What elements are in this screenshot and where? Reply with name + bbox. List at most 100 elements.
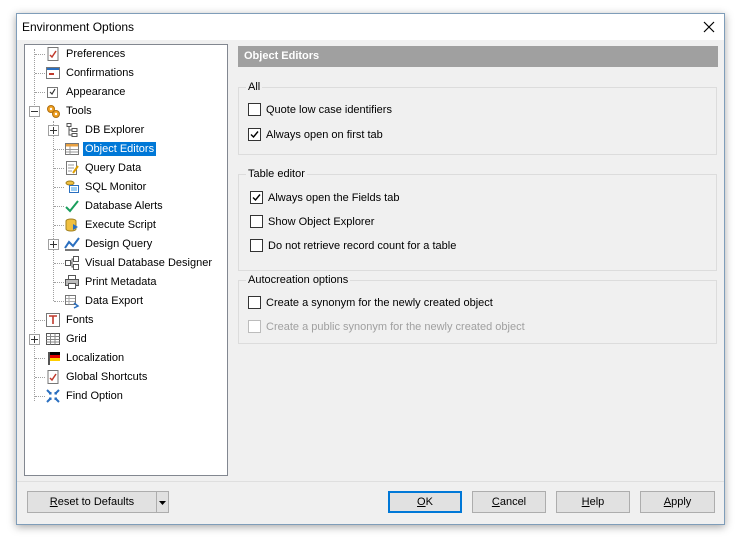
tree-item-label: Print Metadata (85, 276, 157, 288)
tree-item-visual-database-designer[interactable]: Visual Database Designer (64, 254, 214, 272)
sql-monitor-icon (64, 179, 80, 195)
object-editors-icon (64, 141, 80, 157)
reset-dropdown-button[interactable] (156, 491, 169, 513)
tree-item-object-editors[interactable]: Object Editors (64, 140, 157, 158)
close-icon[interactable] (694, 14, 724, 40)
execute-script-icon (64, 217, 80, 233)
tree-item-global-shortcuts[interactable]: Global Shortcuts (45, 368, 149, 386)
title-bar: Environment Options (17, 14, 724, 40)
tree-item-print-metadata[interactable]: Print Metadata (64, 273, 159, 291)
mnemonic: A (663, 496, 672, 508)
tree-item-appearance[interactable]: Appearance (45, 83, 127, 101)
checkbox-label: Always open on first tab (266, 128, 383, 141)
environment-options-window: Environment Options Preferences Confirma… (16, 13, 725, 525)
checkbox-box[interactable] (248, 296, 261, 309)
checkbox-label: Quote low case identifiers (266, 103, 392, 116)
group-table-editor-title: Table editor (246, 168, 307, 180)
show-object-explorer-checkbox[interactable]: Show Object Explorer (250, 215, 374, 228)
fonts-icon (45, 312, 61, 328)
button-label: ancel (499, 496, 527, 508)
tree-item-label: Confirmations (66, 67, 134, 79)
tree-item-db-explorer[interactable]: DB Explorer (64, 121, 146, 139)
group-all (238, 87, 717, 155)
do-not-retrieve-record-count-checkbox[interactable]: Do not retrieve record count for a table (250, 239, 456, 252)
button-label: elp (589, 496, 605, 508)
tree-item-sql-monitor[interactable]: SQL Monitor (64, 178, 148, 196)
ok-button[interactable]: OK (388, 491, 462, 513)
quote-low-case-identifiers-checkbox[interactable]: Quote low case identifiers (248, 103, 392, 116)
design-query-expand-toggle[interactable] (48, 239, 59, 250)
checkbox-box[interactable] (248, 103, 261, 116)
tree-item-label: DB Explorer (85, 124, 145, 136)
data-export-icon (64, 293, 80, 309)
options-tree[interactable]: Preferences Confirmations Appearance Too… (24, 44, 228, 476)
find-option-icon (45, 388, 61, 404)
tree-item-tools[interactable]: Tools (45, 102, 94, 120)
tree-item-label: Tools (66, 105, 92, 117)
create-synonym-checkbox[interactable]: Create a synonym for the newly created o… (248, 296, 493, 309)
check-icon (64, 198, 80, 214)
localization-icon (45, 350, 61, 366)
checkbox-box[interactable] (250, 239, 263, 252)
tree-item-query-data[interactable]: Query Data (64, 159, 143, 177)
checkbox-label: Always open the Fields tab (268, 191, 400, 204)
printer-icon (64, 274, 80, 290)
tree-item-design-query[interactable]: Design Query (64, 235, 154, 253)
checkbox-box[interactable] (250, 191, 263, 204)
always-open-fields-tab-checkbox[interactable]: Always open the Fields tab (250, 191, 399, 204)
mnemonic: C (491, 496, 500, 508)
button-label: pply (671, 496, 692, 508)
tree-item-data-export[interactable]: Data Export (64, 292, 145, 310)
always-open-first-tab-checkbox[interactable]: Always open on first tab (248, 128, 383, 141)
checkbox-box[interactable] (248, 128, 261, 141)
tree-item-label: Fonts (66, 314, 94, 326)
db-explorer-icon (64, 122, 80, 138)
tree-item-grid[interactable]: Grid (45, 330, 89, 348)
create-public-synonym-checkbox: Create a public synonym for the newly cr… (248, 320, 525, 333)
design-query-icon (64, 236, 80, 252)
shortcuts-icon (45, 369, 61, 385)
tree-item-label: Design Query (85, 238, 153, 250)
tree-item-preferences[interactable]: Preferences (45, 45, 127, 63)
group-autocreation-options (238, 280, 717, 344)
button-label: K (425, 496, 433, 508)
db-explorer-expand-toggle[interactable] (48, 125, 59, 136)
tree-item-label: Visual Database Designer (85, 257, 212, 269)
tree-item-label: Object Editors (83, 142, 157, 156)
appearance-icon (45, 84, 61, 100)
button-label: eset to Defaults (57, 496, 135, 508)
tree-item-label: Find Option (66, 390, 123, 402)
tree-item-fonts[interactable]: Fonts (45, 311, 96, 329)
checkbox-label: Create a synonym for the newly created o… (266, 296, 493, 309)
tree-item-label: Preferences (66, 48, 126, 60)
tree-item-find-option[interactable]: Find Option (45, 387, 125, 405)
help-button[interactable]: Help (556, 491, 630, 513)
footer-separator (17, 481, 724, 482)
tree-item-label: Query Data (85, 162, 142, 174)
checkbox-label: Create a public synonym for the newly cr… (266, 320, 525, 333)
panel-title: Object Editors (238, 46, 718, 67)
tree-item-localization[interactable]: Localization (45, 349, 126, 367)
confirmations-icon (45, 65, 61, 81)
tree-item-label: Global Shortcuts (66, 371, 148, 383)
tools-collapse-toggle[interactable] (29, 106, 40, 117)
group-autocreation-title: Autocreation options (246, 274, 351, 286)
checkbox-box (248, 320, 261, 333)
mnemonic: O (417, 496, 426, 508)
visual-designer-icon (64, 255, 80, 271)
tree-item-confirmations[interactable]: Confirmations (45, 64, 136, 82)
cancel-button[interactable]: Cancel (472, 491, 546, 513)
checkbox-box[interactable] (250, 215, 263, 228)
mnemonic: H (581, 496, 590, 508)
tree-item-label: Appearance (66, 86, 126, 98)
query-data-icon (64, 160, 80, 176)
chevron-down-icon (159, 496, 166, 508)
tree-item-execute-script[interactable]: Execute Script (64, 216, 158, 234)
tree-item-database-alerts[interactable]: Database Alerts (64, 197, 165, 215)
tree-item-label: Localization (66, 352, 125, 364)
tree-item-label: SQL Monitor (85, 181, 147, 193)
grid-expand-toggle[interactable] (29, 334, 40, 345)
reset-to-defaults-button[interactable]: Reset to Defaults (27, 491, 157, 513)
apply-button[interactable]: Apply (640, 491, 715, 513)
tree-item-label: Data Export (85, 295, 144, 307)
